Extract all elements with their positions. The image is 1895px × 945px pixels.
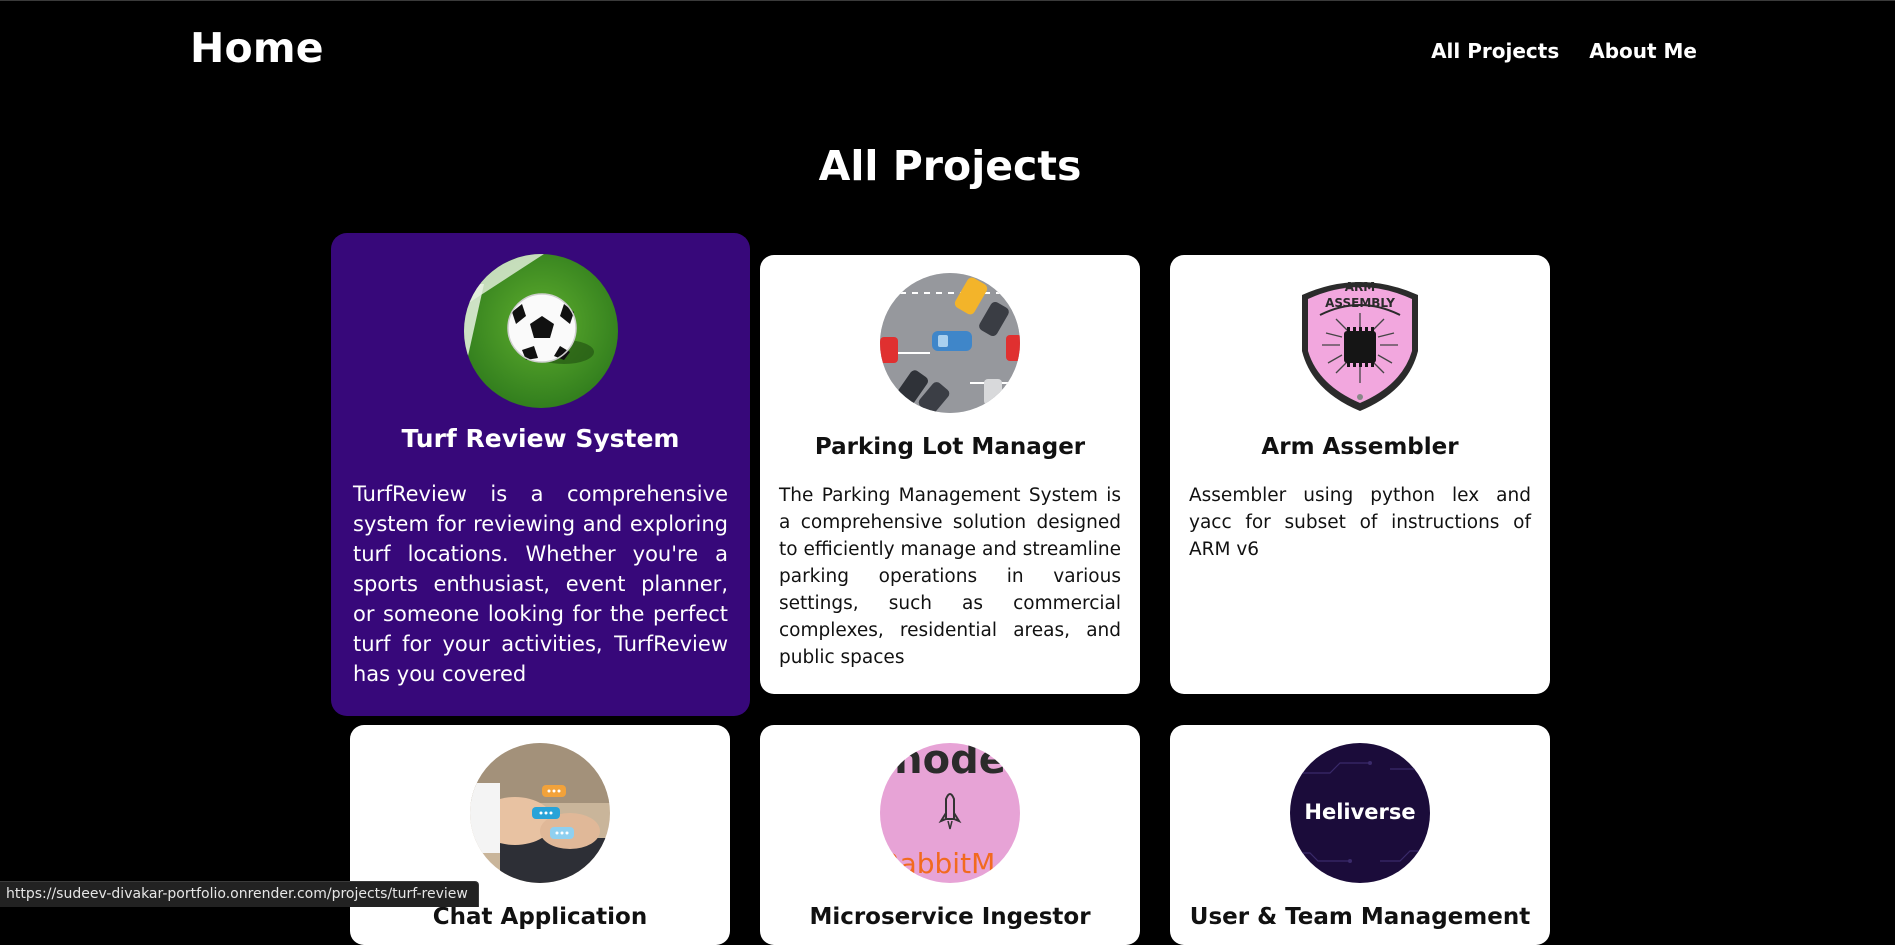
project-card-parking-lot[interactable]: Parking Lot Manager The Parking Manageme… — [760, 255, 1140, 694]
heliverse-logo-image: Heliverse — [1290, 743, 1430, 883]
badge-text-assembly: ASSEMBLY — [1325, 296, 1395, 310]
home-link[interactable]: Home — [190, 24, 324, 72]
project-title: User & Team Management — [1189, 904, 1531, 930]
heliverse-logo-text: Heliverse — [1304, 800, 1415, 824]
chat-typing-image — [470, 743, 610, 883]
node-logo-text: node — [894, 743, 1006, 783]
project-card-arm-assembler[interactable]: ARM ASSEMBLY Arm Assembler Assembler usi… — [1170, 255, 1550, 694]
parking-lot-image — [880, 273, 1020, 413]
project-description: TurfReview is a comprehensive system for… — [353, 482, 728, 686]
top-border — [0, 0, 1895, 1]
project-card-microservice[interactable]: node RabbitM Microservice Ingestor — [760, 725, 1140, 945]
rabbitmq-logo-text: RabbitM — [881, 847, 995, 880]
project-title: Arm Assembler — [1261, 434, 1459, 460]
nav-all-projects[interactable]: All Projects — [1431, 39, 1559, 63]
project-card-chat-app[interactable]: Chat Application — [350, 725, 730, 945]
arm-assembly-badge-image: ARM ASSEMBLY — [1290, 273, 1430, 413]
nav-about-me[interactable]: About Me — [1589, 39, 1697, 63]
project-description: The Parking Management System is a compr… — [779, 485, 1121, 668]
page-title: All Projects — [818, 142, 1082, 190]
soccer-ball-image — [463, 254, 618, 408]
project-title: Chat Application — [432, 904, 648, 930]
project-title: Parking Lot Manager — [814, 434, 1086, 460]
badge-text-arm: ARM — [1345, 280, 1375, 294]
project-title: Microservice Ingestor — [809, 904, 1091, 930]
link-status-bar: https://sudeev-divakar-portfolio.onrende… — [0, 881, 479, 907]
project-card-turf-review[interactable]: Turf Review System TurfReview is a compr… — [331, 233, 750, 716]
main-nav: All Projects About Me — [1431, 39, 1697, 63]
project-description: Assembler using python lex and yacc for … — [1189, 485, 1531, 560]
project-title: Turf Review System — [401, 424, 680, 453]
node-rabbitmq-image: node RabbitM — [880, 743, 1020, 883]
project-card-heliverse[interactable]: Heliverse User & Team Management — [1170, 725, 1550, 945]
